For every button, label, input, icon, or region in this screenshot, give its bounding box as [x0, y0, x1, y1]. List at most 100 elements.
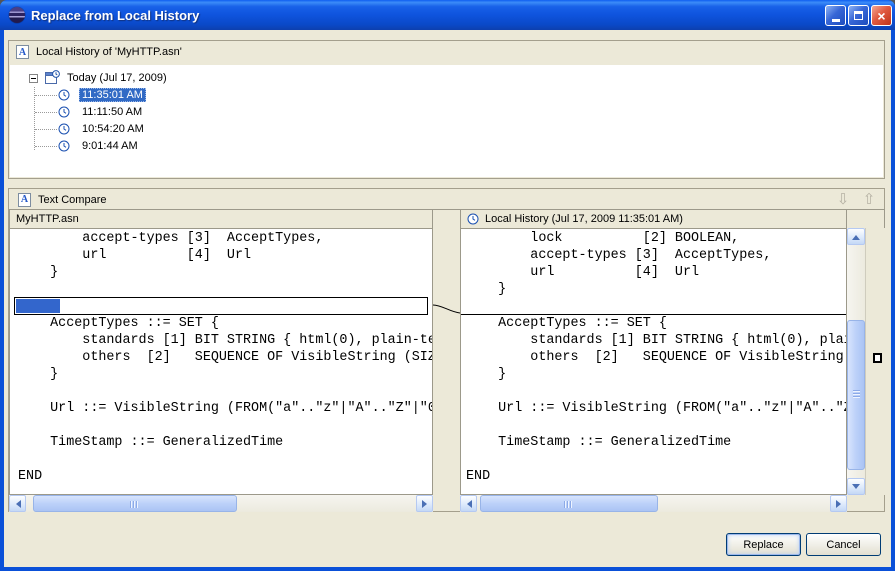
code-line	[18, 417, 432, 434]
tree-guide-line	[35, 146, 57, 147]
vertical-scrollbar[interactable]	[847, 228, 865, 495]
cancel-button[interactable]: Cancel	[806, 533, 881, 556]
arrow-up-icon: ⇧	[863, 190, 876, 208]
tree-expander-icon[interactable]	[29, 74, 38, 83]
code-line: TimeStamp ::= GeneralizedTime	[18, 434, 432, 451]
maximize-button[interactable]	[848, 5, 869, 26]
clock-icon	[58, 106, 70, 118]
code-line: AcceptTypes ::= SET {	[18, 315, 432, 332]
tree-item-label: 10:54:20 AM	[79, 122, 147, 136]
right-horizontal-scrollbar[interactable]	[460, 495, 847, 512]
minimize-icon	[832, 19, 840, 22]
left-horizontal-scrollbar[interactable]	[9, 495, 433, 512]
diff-insertion-box	[14, 297, 428, 315]
diff-selected-range	[16, 299, 60, 313]
vertical-scroll-thumb[interactable]	[847, 320, 865, 470]
code-line	[18, 383, 432, 400]
code-line: AcceptTypes ::= SET {	[466, 315, 846, 332]
arrow-down-icon: ⇩	[837, 190, 850, 208]
minimize-button[interactable]	[825, 5, 846, 26]
tree-item-revision-2[interactable]: 11:11:50 AM	[58, 104, 145, 120]
tree-item-revision-3[interactable]: 10:54:20 AM	[58, 121, 147, 137]
tree-guide-line	[35, 95, 57, 96]
diff-connector-gutter	[433, 228, 460, 495]
code-line	[466, 417, 846, 434]
next-difference-button[interactable]: ⇩	[834, 191, 852, 208]
text-compare-title: Text Compare	[38, 194, 106, 206]
close-button[interactable]: ×	[871, 5, 892, 26]
code-line: END	[18, 468, 432, 485]
triangle-left-icon	[12, 500, 21, 508]
triangle-right-icon	[836, 500, 845, 508]
local-history-group: Local History of 'MyHTTP.asn' Today (Jul…	[8, 40, 885, 179]
code-line: }	[466, 366, 846, 383]
code-line: }	[466, 281, 846, 298]
tree-item-label: 9:01:44 AM	[79, 139, 141, 153]
tree-guide-line	[35, 112, 57, 113]
local-history-header: Local History of 'MyHTTP.asn'	[9, 41, 884, 63]
overview-ruler	[865, 228, 885, 495]
clock-icon	[58, 140, 70, 152]
calendar-date-icon	[45, 70, 60, 85]
text-compare-group: Text Compare ⇩ ⇧ MyHTTP.asn Local Histor…	[8, 188, 885, 512]
code-line	[466, 451, 846, 468]
horizontal-scroll-thumb[interactable]	[480, 495, 658, 512]
compare-toolbar: ⇩ ⇧	[834, 191, 878, 208]
diff-overview-marker[interactable]	[873, 353, 882, 363]
code-line: accept-types [3] AcceptTypes,	[466, 247, 846, 264]
clock-icon	[58, 89, 70, 101]
right-code-pane[interactable]: lock [2] BOOLEAN, accept-types [3] Accep…	[460, 228, 847, 495]
tree-guide-line	[35, 129, 57, 130]
code-line	[466, 383, 846, 400]
maximize-icon	[854, 11, 863, 20]
history-tree[interactable]: Today (Jul 17, 2009) 11:35:01 AM 11:11:5…	[10, 65, 883, 177]
code-line: END	[466, 468, 846, 485]
code-line: standards [1] BIT STRING { html(0), plai…	[18, 332, 432, 349]
diff-connector-line	[433, 228, 460, 495]
eclipse-logo-icon	[9, 7, 25, 23]
compare-viewer-icon	[18, 193, 31, 207]
tree-item-revision-4[interactable]: 9:01:44 AM	[58, 138, 141, 154]
right-pane-title: Local History (Jul 17, 2009 11:35:01 AM)	[485, 213, 683, 225]
triangle-right-icon	[422, 500, 431, 508]
right-pane-header: Local History (Jul 17, 2009 11:35:01 AM)	[460, 209, 847, 229]
horizontal-scroll-thumb[interactable]	[33, 495, 237, 512]
triangle-left-icon	[463, 500, 472, 508]
dialog-body: Local History of 'MyHTTP.asn' Today (Jul…	[4, 30, 891, 567]
tree-item-revision-1[interactable]: 11:35:01 AM	[58, 87, 146, 103]
tree-item-today[interactable]: Today (Jul 17, 2009)	[64, 70, 170, 86]
replace-from-local-history-dialog: Replace from Local History × Local Histo…	[0, 0, 895, 571]
scroll-down-button[interactable]	[847, 478, 865, 495]
code-line	[18, 281, 432, 298]
text-compare-header: Text Compare	[9, 189, 884, 210]
replace-button[interactable]: Replace	[726, 533, 801, 556]
scroll-right-button[interactable]	[830, 495, 847, 512]
left-code-pane[interactable]: accept-types [3] AcceptTypes, url [4] Ur…	[9, 228, 433, 495]
scroll-right-button[interactable]	[416, 495, 433, 512]
scroll-up-button[interactable]	[847, 228, 865, 245]
scroll-left-button[interactable]	[460, 495, 477, 512]
asn-file-icon	[16, 45, 29, 59]
left-code-text: accept-types [3] AcceptTypes, url [4] Ur…	[10, 230, 432, 485]
right-code-text: lock [2] BOOLEAN, accept-types [3] Accep…	[461, 230, 846, 485]
titlebar: Replace from Local History ×	[0, 0, 895, 30]
code-line: accept-types [3] AcceptTypes,	[18, 230, 432, 247]
code-line: url [4] Url	[18, 247, 432, 264]
code-line: }	[18, 264, 432, 281]
tree-item-label: 11:35:01 AM	[79, 88, 146, 102]
code-line: TimeStamp ::= GeneralizedTime	[466, 434, 846, 451]
code-line: others [2] SEQUENCE OF VisibleString (SI…	[18, 349, 432, 366]
previous-difference-button[interactable]: ⇧	[860, 191, 878, 208]
code-line: lock [2] BOOLEAN,	[466, 230, 846, 247]
code-line	[466, 298, 846, 315]
triangle-up-icon	[852, 231, 860, 240]
left-pane-header: MyHTTP.asn	[9, 209, 433, 229]
left-pane-title: MyHTTP.asn	[16, 213, 79, 225]
scroll-left-button[interactable]	[9, 495, 26, 512]
ruler-header	[846, 209, 885, 229]
tree-item-label: Today (Jul 17, 2009)	[64, 71, 170, 85]
close-icon: ×	[877, 9, 885, 23]
code-line: Url ::= VisibleString (FROM("a".."z"|"A"…	[18, 400, 432, 417]
code-line: url [4] Url	[466, 264, 846, 281]
code-line: Url ::= VisibleString (FROM("a".."z"|"A"…	[466, 400, 846, 417]
